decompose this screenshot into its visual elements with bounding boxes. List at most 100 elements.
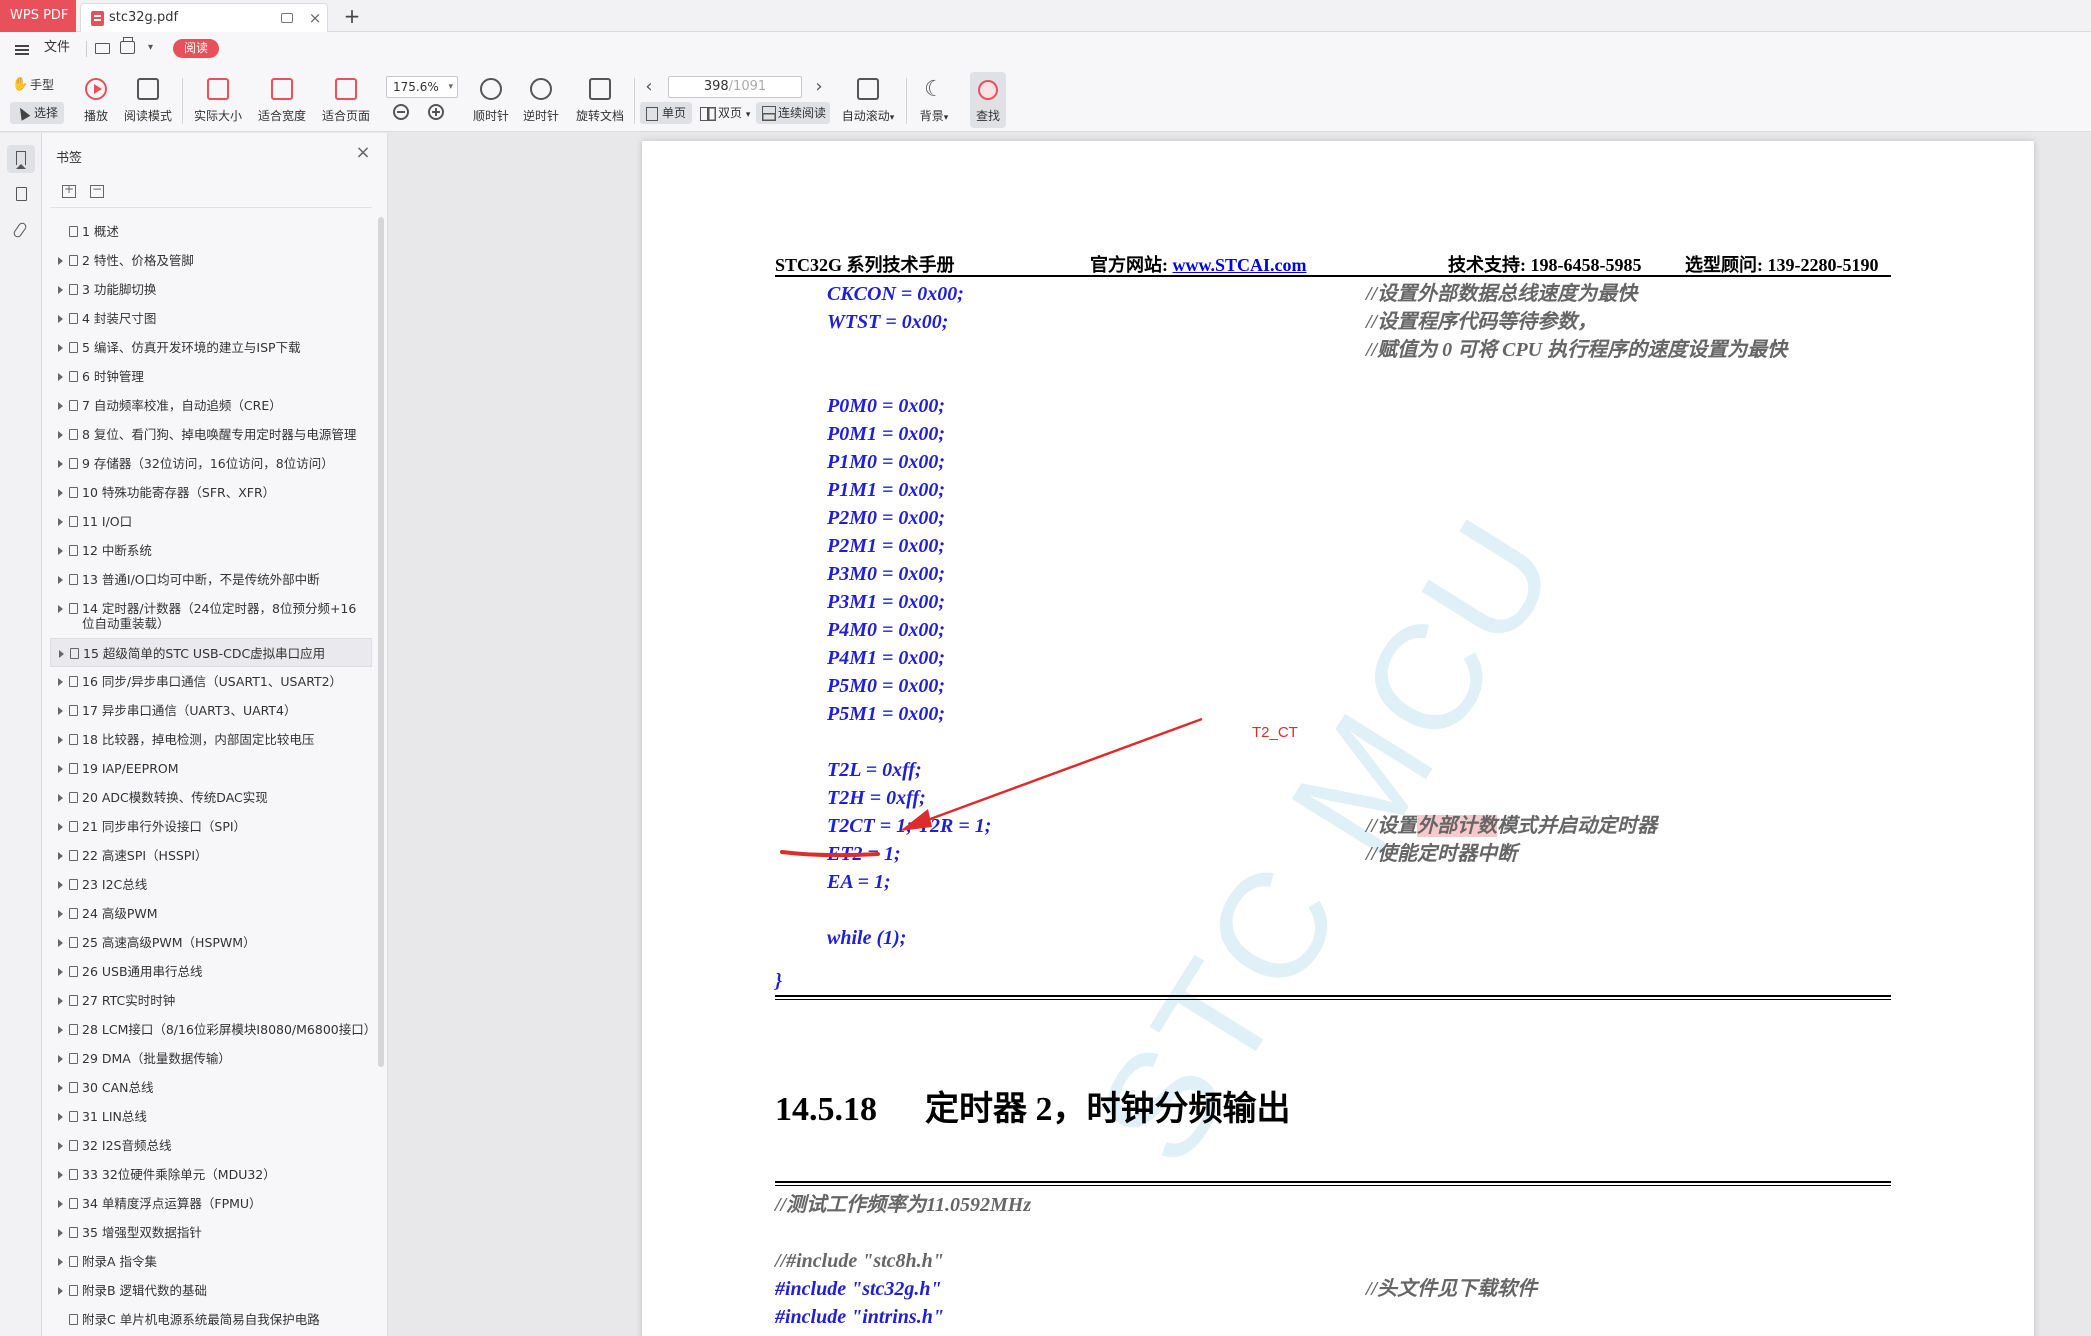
rotate-counterclockwise-button[interactable]: 逆时针 [516,72,566,128]
expand-arrow-icon[interactable] [58,794,63,802]
bookmark-item[interactable]: 27 RTC实时时钟 [50,986,372,1015]
next-page-icon[interactable]: › [812,76,826,98]
bookmark-item[interactable]: 33 32位硬件乘除单元（MDU32） [50,1160,372,1189]
fit-page-button[interactable]: 适合页面 [318,72,374,128]
double-page-button[interactable]: 双页 ▾ [696,102,752,124]
thumbnails-panel-button[interactable] [7,181,35,209]
find-button[interactable]: 查找 [970,72,1006,128]
expand-arrow-icon[interactable] [58,489,63,497]
expand-arrow-icon[interactable] [58,547,63,555]
expand-arrow-icon[interactable] [58,605,63,613]
bookmark-item[interactable]: 3 功能脚切换 [50,275,372,304]
bookmark-item[interactable]: 29 DMA（批量数据传输） [50,1044,372,1073]
expand-arrow-icon[interactable] [58,1026,63,1034]
bookmark-item[interactable]: 26 USB通用串行总线 [50,957,372,986]
previous-page-icon[interactable]: ‹ [642,76,656,98]
expand-arrow-icon[interactable] [58,678,63,686]
read-mode-badge[interactable]: 阅读 [173,39,219,58]
expand-arrow-icon[interactable] [58,997,63,1005]
expand-arrow-icon[interactable] [58,1055,63,1063]
rotate-clockwise-button[interactable]: 顺时针 [466,72,516,128]
expand-arrow-icon[interactable] [58,1084,63,1092]
bookmark-item[interactable]: 7 自动频率校准，自动追频（CRE） [50,391,372,420]
expand-arrow-icon[interactable] [58,707,63,715]
expand-arrow-icon[interactable] [58,736,63,744]
expand-arrow-icon[interactable] [58,1229,63,1237]
hamburger-menu-icon[interactable] [15,45,29,47]
open-folder-icon[interactable] [95,43,110,54]
single-page-button[interactable]: 单页 [640,102,692,124]
float-window-icon[interactable] [281,13,293,23]
doc-tab[interactable]: stc32g.pdf × [80,3,328,32]
actual-size-button[interactable]: 实际大小 [190,72,246,128]
continuous-reading-button[interactable]: 连续阅读 [756,102,830,124]
attachments-panel-button[interactable] [7,217,35,245]
bookmark-item[interactable]: 24 高级PWM [50,899,372,928]
expand-arrow-icon[interactable] [58,315,63,323]
bookmark-item[interactable]: 31 LIN总线 [50,1102,372,1131]
bookmark-item[interactable]: 9 存储器（32位访问，16位访问，8位访问） [50,449,372,478]
bookmarks-panel-button[interactable] [7,145,35,173]
expand-arrow-icon[interactable] [58,852,63,860]
play-button[interactable]: 播放 [78,72,114,128]
bookmark-item[interactable]: 11 I/O口 [50,507,372,536]
bookmark-item[interactable]: 16 同步/异步串口通信（USART1、USART2） [50,667,372,696]
hand-tool-button[interactable]: ✋ 手型 [12,76,54,94]
expand-arrow-icon[interactable] [58,765,63,773]
file-menu[interactable]: 文件 [44,32,70,64]
bookmark-item[interactable]: 25 高速高级PWM（HSPWM） [50,928,372,957]
bookmark-item[interactable]: 30 CAN总线 [50,1073,372,1102]
bookmark-item[interactable]: 32 I2S音频总线 [50,1131,372,1160]
bookmark-item[interactable]: 14 定时器/计数器（24位定时器，8位预分频+16位自动重装载） [50,594,372,638]
bookmark-item[interactable]: 20 ADC模数转换、传统DAC实现 [50,783,372,812]
bookmark-item[interactable]: 6 时钟管理 [50,362,372,391]
expand-arrow-icon[interactable] [58,257,63,265]
bookmark-item[interactable]: 17 异步串口通信（UART3、UART4） [50,696,372,725]
expand-arrow-icon[interactable] [58,286,63,294]
bookmark-scrollbar[interactable] [378,217,384,1067]
new-tab-button[interactable]: + [340,0,364,32]
zoom-out-icon[interactable] [393,104,409,120]
bookmark-item[interactable]: 1 概述 [50,217,372,246]
document-viewport[interactable]: STC MCU STC32G 系列技术手册 官方网站: www.STCAI.co… [389,133,2091,1336]
expand-arrow-icon[interactable] [58,344,63,352]
expand-arrow-icon[interactable] [58,1171,63,1179]
expand-arrow-icon[interactable] [58,460,63,468]
bookmark-item[interactable]: 35 增强型双数据指针 [50,1218,372,1247]
expand-arrow-icon[interactable] [59,650,64,658]
page-number-input[interactable]: 398/1091 [668,76,802,98]
expand-arrow-icon[interactable] [58,518,63,526]
bookmark-item[interactable]: 12 中断系统 [50,536,372,565]
bookmark-item[interactable]: 15 超级简单的STC USB-CDC虚拟串口应用 [50,638,372,667]
bookmark-item[interactable]: 8 复位、看门狗、掉电唤醒专用定时器与电源管理 [50,420,372,449]
collapse-all-icon[interactable] [90,182,104,198]
expand-arrow-icon[interactable] [58,373,63,381]
chevron-down-icon[interactable]: ▾ [148,32,153,64]
zoom-level-select[interactable]: 175.6% ▾ [386,76,458,98]
bookmark-item[interactable]: 10 特殊功能寄存器（SFR、XFR） [50,478,372,507]
select-tool-button[interactable]: 选择 [10,102,64,124]
bookmark-item[interactable]: 4 封装尺寸图 [50,304,372,333]
background-button[interactable]: ☾ 背景▾ [912,72,956,128]
bookmark-item[interactable]: 附录B 逻辑代数的基础 [50,1276,372,1305]
bookmark-item[interactable]: 5 编译、仿真开发环境的建立与ISP下载 [50,333,372,362]
expand-arrow-icon[interactable] [58,1142,63,1150]
bookmark-item[interactable]: 13 普通I/O口均可中断，不是传统外部中断 [50,565,372,594]
auto-scroll-button[interactable]: 自动滚动▾ [836,72,900,128]
bookmark-item[interactable]: 18 比较器，掉电检测，内部固定比较电压 [50,725,372,754]
bookmark-item[interactable]: 附录A 指令集 [50,1247,372,1276]
expand-arrow-icon[interactable] [58,402,63,410]
app-tab-wps-pdf[interactable]: WPS PDF [0,0,76,32]
expand-arrow-icon[interactable] [58,431,63,439]
expand-arrow-icon[interactable] [58,1200,63,1208]
zoom-in-icon[interactable] [428,104,444,120]
close-panel-icon[interactable]: × [352,141,374,165]
expand-arrow-icon[interactable] [58,968,63,976]
bookmark-item[interactable]: 34 单精度浮点运算器（FPMU） [50,1189,372,1218]
close-tab-icon[interactable]: × [305,4,325,32]
bookmark-item[interactable]: 23 I2C总线 [50,870,372,899]
bookmark-item[interactable]: 21 同步串行外设接口（SPI） [50,812,372,841]
expand-arrow-icon[interactable] [58,910,63,918]
expand-arrow-icon[interactable] [58,881,63,889]
bookmark-item[interactable]: 28 LCM接口（8/16位彩屏模块I8080/M6800接口） [50,1015,376,1044]
